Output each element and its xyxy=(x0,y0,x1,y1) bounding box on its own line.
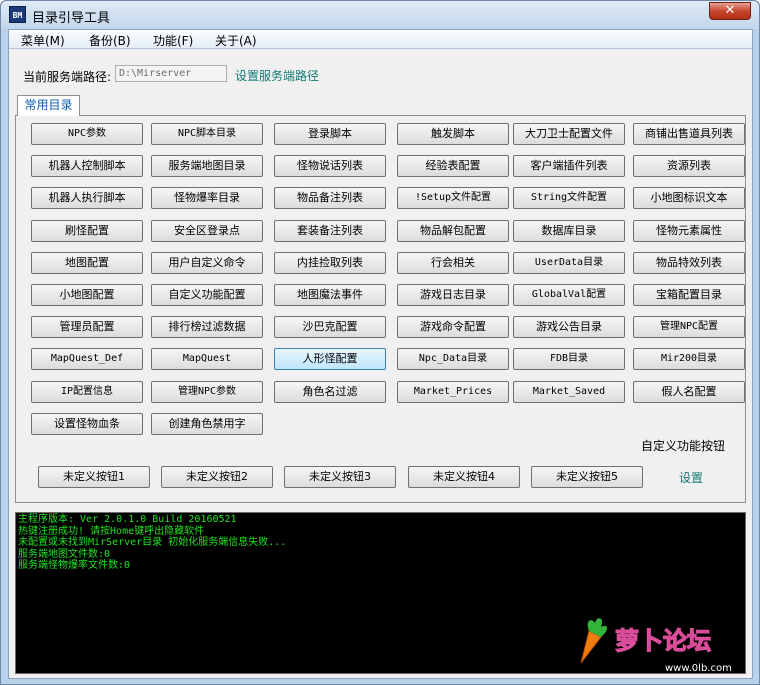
dir-button[interactable]: 触发脚本 xyxy=(397,123,509,145)
dir-button[interactable]: Npc_Data目录 xyxy=(397,348,509,371)
dir-button[interactable]: 小地图配置 xyxy=(31,284,143,306)
custom-buttons-label: 自定义功能按钮 xyxy=(640,439,725,453)
tab-panel: 自定义功能按钮 设置 NPC参数 NPC脚本目录 登录脚本 触发脚本 大刀卫士配置文件商… xyxy=(15,115,746,503)
dir-button[interactable]: !Setup文件配置 xyxy=(397,187,509,210)
console-line: 未配置或未找到MirServer目录 初始化服务端信息失败... xyxy=(18,537,287,548)
dir-button[interactable]: Market_Prices xyxy=(397,380,509,403)
dir-button[interactable]: 刷怪配置 xyxy=(31,219,143,242)
watermark-url: www.0lb.com xyxy=(665,663,732,674)
watermark-logo: 萝卜论坛 www.0lb.com xyxy=(580,618,732,674)
dir-button[interactable]: 物品特效列表 xyxy=(633,251,745,274)
dir-button[interactable]: 服务端地图目录 xyxy=(151,155,263,178)
dir-button[interactable]: 安全区登录点 xyxy=(151,219,263,242)
tab-common-directories[interactable]: 常用目录 xyxy=(17,95,80,116)
dir-button[interactable]: 怪物元素属性 xyxy=(633,219,745,242)
dir-button[interactable]: 排行榜过滤数据 xyxy=(151,316,263,339)
dir-button[interactable]: 用户自定义命令 xyxy=(151,251,263,274)
app-window: BM 目录引导工具 ✕ 菜单(M) 备份(B) 功能(F) 关于(A) 当前服务… xyxy=(0,0,760,685)
dir-button[interactable]: 资源列表 xyxy=(633,155,745,178)
dir-button[interactable]: 管理员配置 xyxy=(31,316,143,339)
dir-button[interactable]: 自定义功能配置 xyxy=(151,284,263,306)
dir-button[interactable]: 登录脚本 xyxy=(274,123,386,145)
window-title: 目录引导工具 xyxy=(32,11,111,26)
dir-button[interactable]: 角色名过滤 xyxy=(274,380,386,403)
dir-button[interactable]: Market_Saved xyxy=(513,380,625,403)
dir-button[interactable]: 人形怪配置 xyxy=(274,348,386,371)
menu-bar: 菜单(M) 备份(B) 功能(F) 关于(A) xyxy=(9,30,752,49)
menu-item-backup[interactable]: 备份(B) xyxy=(89,32,131,49)
console-line: 服务端怪物爆率文件数:0 xyxy=(18,560,131,571)
dir-button[interactable]: 物品备注列表 xyxy=(274,187,386,210)
menu-item-about[interactable]: 关于(A) xyxy=(215,32,257,49)
dir-button[interactable]: 创建角色禁用字 xyxy=(151,412,263,435)
dir-button[interactable]: IP配置信息 xyxy=(31,380,143,403)
console-line: 服务端地图文件数:0 xyxy=(18,548,111,560)
set-server-path-link[interactable]: 设置服务端路径 xyxy=(235,67,319,84)
dir-button[interactable]: 数据库目录 xyxy=(513,219,625,242)
console-line: 热键注册成功! 请按Home键呼出隐藏软件 xyxy=(18,525,205,537)
dir-button[interactable]: 管理NPC参数 xyxy=(151,380,263,403)
dir-button[interactable]: 商铺出售道具列表 xyxy=(633,123,745,145)
dir-button[interactable]: 地图配置 xyxy=(31,251,143,274)
menu-item-menu[interactable]: 菜单(M) xyxy=(21,32,65,49)
carrot-icon xyxy=(580,618,608,664)
dir-button[interactable]: 设置怪物血条 xyxy=(31,412,143,435)
dir-button[interactable]: GlobalVal配置 xyxy=(513,284,625,306)
server-path-row: 当前服务端路径: 设置服务端路径 xyxy=(23,65,743,87)
custom-button-1[interactable]: 未定义按钮1 xyxy=(38,466,150,488)
dir-button[interactable]: 客户端插件列表 xyxy=(513,155,625,178)
dir-button[interactable]: 机器人控制脚本 xyxy=(31,155,143,178)
close-button[interactable]: ✕ xyxy=(709,2,751,20)
dir-button[interactable]: 小地图标识文本 xyxy=(633,187,745,210)
custom-settings-link[interactable]: 设置 xyxy=(679,469,703,486)
title-bar[interactable]: BM 目录引导工具 ✕ xyxy=(1,1,759,29)
custom-button-5[interactable]: 未定义按钮5 xyxy=(531,466,643,488)
dir-button[interactable]: 假人名配置 xyxy=(633,380,745,403)
dir-button[interactable]: 宝箱配置目录 xyxy=(633,284,745,306)
dir-button[interactable]: UserData目录 xyxy=(513,251,625,274)
dir-button[interactable]: 游戏日志目录 xyxy=(397,284,509,306)
dir-button[interactable]: 机器人执行脚本 xyxy=(31,187,143,210)
app-icon: BM xyxy=(9,6,26,23)
watermark-text: 萝卜论坛 xyxy=(615,627,711,655)
dir-button[interactable]: 地图魔法事件 xyxy=(274,284,386,306)
dir-button[interactable]: 大刀卫士配置文件 xyxy=(513,123,625,145)
dir-button[interactable]: MapQuest_Def xyxy=(31,348,143,371)
server-path-label: 当前服务端路径: xyxy=(23,70,112,84)
client-area: 菜单(M) 备份(B) 功能(F) 关于(A) 当前服务端路径: 设置服务端路径… xyxy=(8,29,753,679)
dir-button[interactable]: String文件配置 xyxy=(513,187,625,210)
custom-button-4[interactable]: 未定义按钮4 xyxy=(408,466,520,488)
dir-button[interactable]: 管理NPC配置 xyxy=(633,316,745,339)
dir-button[interactable]: NPC参数 xyxy=(31,123,143,145)
dir-button[interactable]: 怪物说话列表 xyxy=(274,155,386,178)
dir-button[interactable]: FDB目录 xyxy=(513,348,625,371)
dir-button[interactable]: 怪物爆率目录 xyxy=(151,187,263,210)
custom-button-3[interactable]: 未定义按钮3 xyxy=(284,466,396,488)
dir-button[interactable]: 游戏命令配置 xyxy=(397,316,509,339)
dir-button[interactable]: 套装备注列表 xyxy=(274,219,386,242)
dir-button[interactable]: NPC脚本目录 xyxy=(151,123,263,145)
dir-button[interactable]: 游戏公告目录 xyxy=(513,316,625,339)
server-path-input[interactable] xyxy=(115,65,227,82)
menu-item-function[interactable]: 功能(F) xyxy=(153,32,193,49)
dir-button[interactable]: 行会相关 xyxy=(397,251,509,274)
dir-button[interactable]: 内挂捡取列表 xyxy=(274,251,386,274)
dir-button[interactable]: Mir200目录 xyxy=(633,348,745,371)
dir-button[interactable]: MapQuest xyxy=(151,348,263,371)
custom-button-2[interactable]: 未定义按钮2 xyxy=(161,466,273,488)
dir-button[interactable]: 经验表配置 xyxy=(397,155,509,178)
dir-button[interactable]: 沙巴克配置 xyxy=(274,316,386,339)
dir-button[interactable]: 物品解包配置 xyxy=(397,219,509,242)
console-line: 主程序版本: Ver 2.0.1.0 Build 20160521 xyxy=(18,514,237,525)
